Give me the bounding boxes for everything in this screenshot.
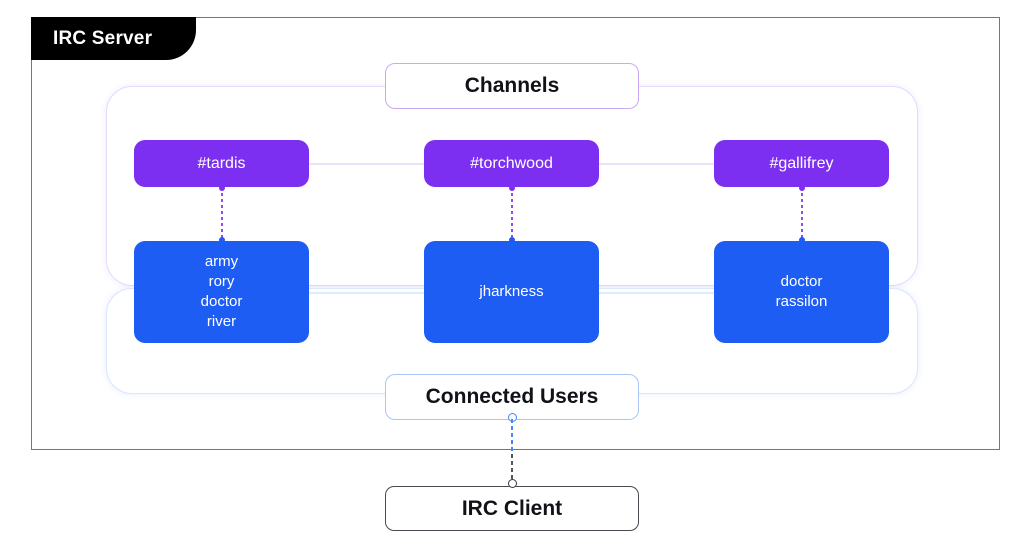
channels-title: Channels xyxy=(385,63,639,109)
channel-node-torchwood[interactable]: #torchwood xyxy=(424,140,599,187)
connector-dotted-line xyxy=(800,187,803,241)
user-name: doctor xyxy=(200,293,243,310)
channel-label: #torchwood xyxy=(470,154,553,172)
connector-tardis-to-users xyxy=(217,185,226,243)
channel-node-gallifrey[interactable]: #gallifrey xyxy=(714,140,889,187)
user-name: doctor xyxy=(780,273,823,291)
user-node-torchwood-members[interactable]: jharkness xyxy=(424,241,599,343)
user-name: rory xyxy=(208,273,235,291)
irc-server-label: IRC Server xyxy=(31,17,197,60)
connector-gallifrey-to-users xyxy=(797,185,806,243)
connector-ring-bottom xyxy=(507,479,517,488)
user-name: army xyxy=(204,253,239,271)
user-node-tardis-members[interactable]: army rory doctor river xyxy=(134,241,309,343)
connector-dotted-line xyxy=(220,187,223,241)
user-name: river xyxy=(206,312,237,330)
channel-label: #tardis xyxy=(197,154,246,172)
channel-node-tardis[interactable]: #tardis xyxy=(134,140,309,187)
channel-label: #gallifrey xyxy=(769,154,834,172)
connector-dotted-line-upper xyxy=(511,419,513,454)
connector-users-to-client xyxy=(507,413,517,488)
connector-torchwood-to-users xyxy=(507,185,516,243)
user-name: rassilon xyxy=(775,293,828,310)
user-node-gallifrey-members[interactable]: doctor rassilon xyxy=(714,241,889,343)
irc-client-node[interactable]: IRC Client xyxy=(385,486,639,531)
user-name: jharkness xyxy=(479,283,544,301)
connector-dotted-line xyxy=(510,187,513,241)
